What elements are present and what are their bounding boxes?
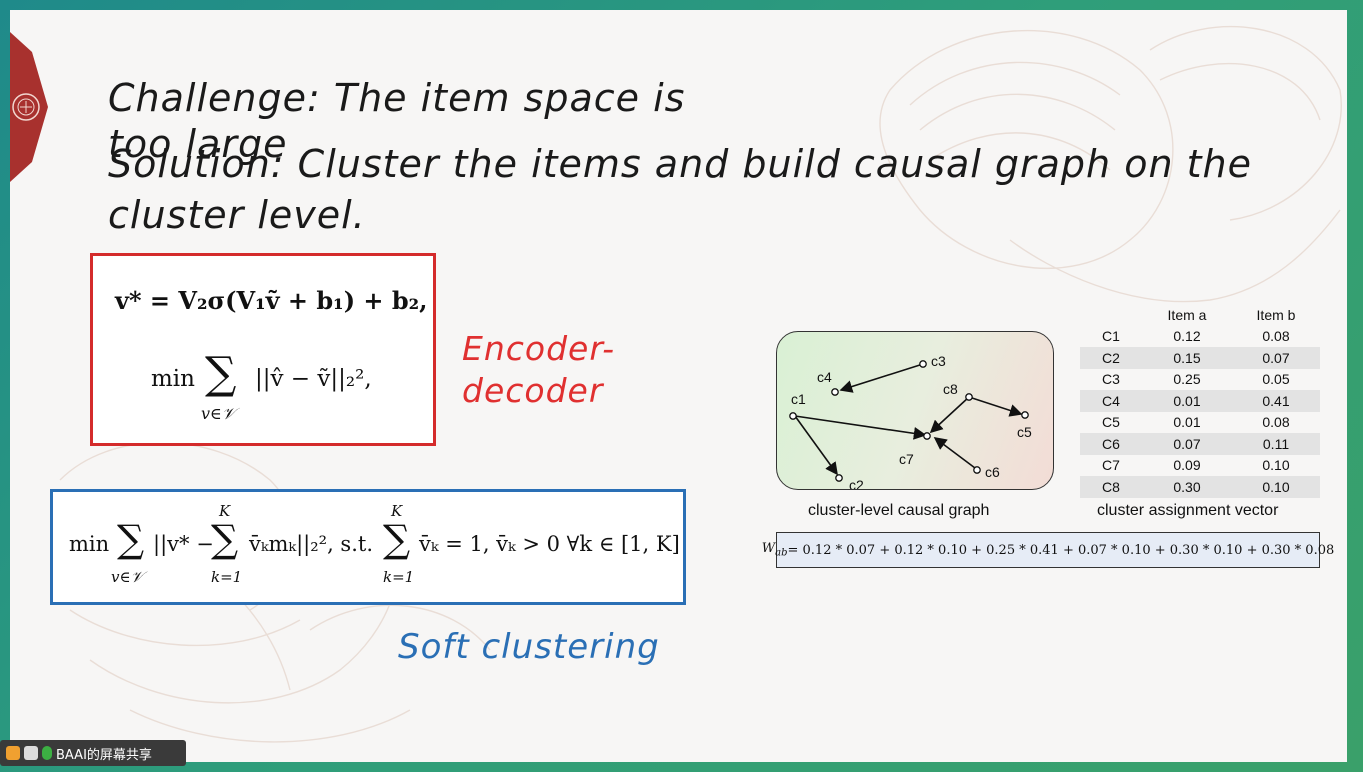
screen-share-label: BAAI的屏幕共享 xyxy=(56,747,152,763)
node-label-c7: c7 xyxy=(899,451,914,467)
table-header-row: Item a Item b xyxy=(1080,304,1320,326)
node-c6 xyxy=(973,466,981,474)
sum-lower-k: k=1 xyxy=(211,568,243,586)
causal-graph-panel: c3 c4 c1 c8 c5 c7 c2 c6 xyxy=(776,331,1054,490)
summation-symbol: ∑ xyxy=(205,348,237,399)
encoder-label-line1: Encoder- xyxy=(462,329,616,368)
challenge-title: Challenge: The item space is xyxy=(108,76,686,120)
table-cell: 0.30 xyxy=(1173,478,1201,495)
soft-min-label: min xyxy=(69,532,110,556)
reconstruction-sum-subscript: v∈𝒱 xyxy=(201,404,236,423)
table-cell: C8 xyxy=(1102,478,1120,495)
weight-formula: Wab = 0.12 * 0.07 + 0.12 * 0.10 + 0.25 *… xyxy=(762,532,1334,568)
soft-loss-expression-start: ||v* − xyxy=(153,532,214,556)
summation-symbol: ∑ xyxy=(383,517,411,561)
table-cell: C2 xyxy=(1102,349,1120,366)
table-cell: 0.25 xyxy=(1173,371,1201,388)
node-c8 xyxy=(965,393,973,401)
constraint-expression: v̄ₖ = 1, v̄ₖ > 0 ∀k ∈ [1, K] xyxy=(419,532,680,556)
node-label-c1: c1 xyxy=(791,391,806,407)
screen-icon[interactable] xyxy=(24,746,38,760)
formula-lhs-subscript: ab xyxy=(775,547,788,559)
slide-canvas: Challenge: The item space is too large S… xyxy=(10,10,1347,762)
reconstruction-loss-expression: ||v̂ − ṽ||₂², xyxy=(255,366,372,392)
encoder-equation: v* = V₂σ(V₁ṽ + b₁) + b₂, xyxy=(115,286,428,315)
edge-c8-c7 xyxy=(929,396,970,434)
constraint-sum-lower-k: k=1 xyxy=(383,568,415,586)
cluster-table-caption: cluster assignment vector xyxy=(1097,502,1279,519)
encoder-decoder-label: Encoder- decoder xyxy=(462,328,615,412)
causal-graph-caption: cluster-level causal graph xyxy=(808,502,990,519)
table-row: C6 0.07 0.11 xyxy=(1080,433,1320,455)
solution-title: Solution: Cluster the items and build ca… xyxy=(108,142,1252,186)
table-row: C4 0.01 0.41 xyxy=(1080,390,1320,412)
table-row: C1 0.12 0.08 xyxy=(1080,326,1320,348)
node-label-c8: c8 xyxy=(943,381,958,397)
node-c2 xyxy=(835,474,843,482)
soft-clustering-equation-box: min ∑ v∈𝒱 ||v* − K ∑ k=1 v̄ₖmₖ||₂², s.t.… xyxy=(50,489,686,605)
edge-c3-c4 xyxy=(839,363,924,393)
encoder-decoder-equation-box: v* = V₂σ(V₁ṽ + b₁) + b₂, min ∑ v∈𝒱 ||v̂ … xyxy=(90,253,436,446)
table-cell: 0.08 xyxy=(1262,414,1290,431)
node-c1 xyxy=(789,412,797,420)
node-label-c2: c2 xyxy=(849,477,864,489)
soft-clustering-label: Soft clustering xyxy=(398,627,660,667)
table-row: C5 0.01 0.08 xyxy=(1080,412,1320,434)
soft-sum-subscript: v∈𝒱 xyxy=(111,568,144,586)
formula-rhs: = 0.12 * 0.07 + 0.12 * 0.10 + 0.25 * 0.4… xyxy=(787,542,1335,558)
formula-lhs: Wab xyxy=(762,541,788,559)
table-cell: 0.05 xyxy=(1262,371,1290,388)
edge-c8-c5 xyxy=(968,396,1023,417)
table-row: C7 0.09 0.10 xyxy=(1080,455,1320,477)
table-cell: 0.15 xyxy=(1173,349,1201,366)
table-cell: 0.41 xyxy=(1262,392,1290,409)
node-c7 xyxy=(923,432,931,440)
edge-c1-c2 xyxy=(794,415,838,476)
summation-symbol: ∑ xyxy=(117,517,145,561)
person-icon[interactable] xyxy=(6,746,20,760)
node-label-c3: c3 xyxy=(931,353,946,369)
table-cell: 0.01 xyxy=(1173,392,1201,409)
node-c4 xyxy=(831,388,839,396)
table-cell: 0.07 xyxy=(1173,435,1201,452)
microphone-icon[interactable] xyxy=(42,746,52,760)
table-cell: 0.10 xyxy=(1262,457,1290,474)
edge-c1-c7 xyxy=(794,415,927,440)
table-header-cell: Item a xyxy=(1167,306,1207,323)
reconstruction-min-label: min xyxy=(151,366,195,392)
table-row: C8 0.30 0.10 xyxy=(1080,476,1320,498)
table-cell: 0.08 xyxy=(1262,328,1290,345)
node-label-c6: c6 xyxy=(985,464,1000,480)
university-logo xyxy=(10,32,48,182)
table-cell: C1 xyxy=(1102,328,1120,345)
causal-graph-diagram: c3 c4 c1 c8 c5 c7 c2 c6 xyxy=(789,353,1032,489)
node-label-c5: c5 xyxy=(1017,424,1032,440)
table-cell: C4 xyxy=(1102,392,1120,409)
table-cell: C6 xyxy=(1102,435,1120,452)
table-cell: 0.12 xyxy=(1173,328,1201,345)
screen-share-toolbar[interactable]: BAAI的屏幕共享 xyxy=(0,740,186,766)
table-cell: 0.10 xyxy=(1262,478,1290,495)
table-row: C2 0.15 0.07 xyxy=(1080,347,1320,369)
table-cell: 0.07 xyxy=(1262,349,1290,366)
edge-c6-c7 xyxy=(933,437,976,469)
table-cell: C7 xyxy=(1102,457,1120,474)
cluster-assignment-table: Item a Item b C1 0.12 0.08 C2 0.15 0.07 … xyxy=(1080,304,1320,498)
solution-title-continued: cluster level. xyxy=(108,193,366,237)
table-cell: 0.01 xyxy=(1173,414,1201,431)
table-header-cell: Item b xyxy=(1256,306,1296,323)
table-cell: C5 xyxy=(1102,414,1120,431)
table-cell: 0.09 xyxy=(1173,457,1201,474)
table-cell: C3 xyxy=(1102,371,1120,388)
node-c3 xyxy=(919,360,927,368)
table-cell: 0.11 xyxy=(1262,435,1290,452)
encoder-label-line2: decoder xyxy=(462,371,604,410)
node-label-c4: c4 xyxy=(817,369,832,385)
soft-loss-expression-middle: v̄ₖmₖ||₂², s.t. xyxy=(249,532,374,556)
node-c5 xyxy=(1021,411,1029,419)
summation-symbol: ∑ xyxy=(211,517,239,561)
formula-lhs-symbol: W xyxy=(761,541,776,557)
table-row: C3 0.25 0.05 xyxy=(1080,369,1320,391)
